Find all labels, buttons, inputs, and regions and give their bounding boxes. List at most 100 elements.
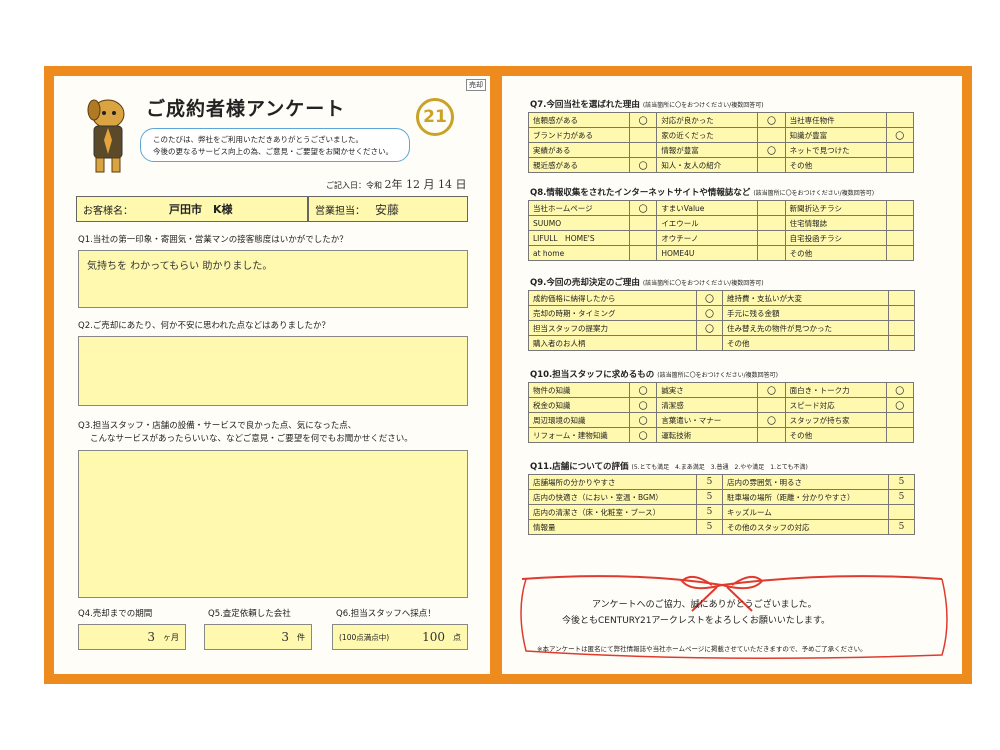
q11-option-label: 駐車場の場所（距離・分かりやすさ） (722, 489, 889, 505)
q6-unit: 点 (453, 632, 461, 642)
q7-title-text: Q7.今回当社を選ばれた理由 (530, 100, 640, 110)
q9-mark-cell[interactable] (888, 305, 915, 321)
q11-mark-cell[interactable]: 5 (696, 504, 723, 520)
q8-mark-cell[interactable] (885, 215, 915, 231)
q8-option-label: HOME4U (656, 245, 759, 261)
thanks-line-1: アンケートへのご協力、誠にありがとうございました。 (592, 600, 817, 610)
customer-name-field[interactable]: お客様名： 戸田市 K様 (76, 196, 308, 222)
sale-tag: 売却 (466, 79, 486, 91)
q8-mark-cell[interactable] (628, 230, 658, 246)
q9-mark-cell[interactable] (888, 290, 915, 306)
q4-text: Q4.売却までの期間 (78, 609, 153, 619)
q7-mark-cell[interactable] (885, 142, 915, 158)
q7-mark-cell[interactable] (885, 112, 915, 128)
q9-mark-cell[interactable]: 〇 (696, 305, 723, 321)
q7-mark-cell[interactable] (757, 157, 786, 173)
q9-title-text: Q9.今回の売却決定のご理由 (530, 278, 640, 288)
q11-title: Q11.店舗についての評価 (5.とても満足 4.まあ満足 3.普通 2.やや満… (530, 460, 808, 472)
q10-mark-cell[interactable] (757, 427, 786, 443)
q8-row: at home HOME4U その他 (528, 245, 915, 261)
customer-name-value: 戸田市 K様 (169, 203, 233, 216)
q3-text-line: Q3.担当スタッフ・店舗の設備・サービスで良かった点、気になった点、 (78, 421, 357, 431)
q10-mark-cell[interactable]: 〇 (885, 382, 915, 398)
q2-answer-box[interactable] (78, 336, 468, 406)
q11-mark-cell[interactable]: 5 (696, 519, 723, 535)
q7-mark-cell[interactable] (885, 157, 915, 173)
q11-option-label: その他のスタッフの対応 (722, 519, 889, 535)
q10-mark-cell[interactable] (885, 412, 915, 428)
q6-answer-box[interactable]: (100点満点中) 100 点 (332, 624, 468, 650)
q7-option-label: ネットで見つけた (784, 142, 887, 158)
q10-table: 物件の知識〇誠実さ〇面白き・トーク力〇税金の知識〇清潔感 スピード対応〇周辺環境の… (528, 382, 915, 443)
staff-name-field[interactable]: 営業担当： 安藤 (308, 196, 468, 222)
q9-mark-cell[interactable] (888, 320, 915, 336)
q1-answer-box[interactable]: 気持ちを わかってもらい 助かりました。 (78, 250, 468, 308)
q7-mark-cell[interactable] (757, 127, 786, 143)
q8-option-label: すまいValue (656, 200, 759, 216)
q7-mark-cell[interactable]: 〇 (885, 127, 915, 143)
q8-row: 当社ホームページ〇すまいValue 新聞折込チラシ (528, 200, 915, 216)
q10-mark-cell[interactable]: 〇 (885, 397, 915, 413)
q8-mark-cell[interactable]: 〇 (628, 200, 658, 216)
q9-option-label: 購入者のお人柄 (528, 335, 697, 351)
q11-mark-cell[interactable]: 5 (696, 489, 723, 505)
q8-table: 当社ホームページ〇すまいValue 新聞折込チラシ SUUMO イエウール 住宅情報誌 L… (528, 200, 915, 261)
q8-mark-cell[interactable] (757, 215, 786, 231)
q9-option-label: 担当スタッフの提案力 (528, 320, 697, 336)
q7-option-label: 実績がある (528, 142, 630, 158)
q3-answer-box[interactable] (78, 450, 468, 598)
staff-name-value: 安藤 (375, 202, 400, 217)
q10-mark-cell[interactable] (757, 397, 786, 413)
q10-mark-cell[interactable] (885, 427, 915, 443)
q7-mark-cell[interactable]: 〇 (628, 112, 658, 128)
q7-mark-cell[interactable]: 〇 (757, 112, 786, 128)
q10-option-label: スピード対応 (784, 397, 887, 413)
q9-mark-cell[interactable]: 〇 (696, 320, 723, 336)
q8-mark-cell[interactable] (757, 245, 786, 261)
q8-mark-cell[interactable] (885, 200, 915, 216)
q8-mark-cell[interactable] (757, 200, 786, 216)
q5-answer-box[interactable]: 3 件 (204, 624, 312, 650)
q7-option-label: 対応が良かった (656, 112, 759, 128)
q4-answer-box[interactable]: 3 ヶ月 (78, 624, 186, 650)
q11-mark-cell[interactable]: 5 (888, 489, 915, 505)
q8-row: SUUMO イエウール 住宅情報誌 (528, 215, 915, 231)
q8-mark-cell[interactable] (628, 215, 658, 231)
q10-mark-cell[interactable]: 〇 (628, 397, 658, 413)
q5-unit: 件 (297, 632, 305, 642)
q5-text: Q5.査定依頼した会社 (208, 609, 291, 619)
q8-mark-cell[interactable] (885, 230, 915, 246)
q11-mark-cell[interactable] (888, 504, 915, 520)
q10-option-label: 言葉遣い・マナー (656, 412, 759, 428)
q8-row: LIFULL HOME'S オウチーノ 自宅投函チラシ (528, 230, 915, 246)
q7-mark-cell[interactable] (628, 142, 658, 158)
q10-mark-cell[interactable]: 〇 (757, 412, 786, 428)
q8-option-label: LIFULL HOME'S (528, 230, 630, 246)
q11-mark-cell[interactable]: 5 (696, 474, 723, 490)
q7-mark-cell[interactable] (628, 127, 658, 143)
q11-mark-cell[interactable]: 5 (888, 519, 915, 535)
q8-mark-cell[interactable] (885, 245, 915, 261)
q9-mark-cell[interactable]: 〇 (696, 290, 723, 306)
q8-mark-cell[interactable] (757, 230, 786, 246)
q1-text: Q1.当社の第一印象・寄囲気・営業マンの接客態度はいかがでしたか？ (78, 235, 348, 245)
q11-mark-cell[interactable]: 5 (888, 474, 915, 490)
q10-note: (該当箇所に〇をおつけください/複数回答可) (657, 372, 778, 379)
q7-option-label: 家の近くだった (656, 127, 759, 143)
q9-mark-cell[interactable] (696, 335, 723, 351)
q8-mark-cell[interactable] (628, 245, 658, 261)
q11-row: 店内の清潔さ（床・化粧室・ブース） 5 キッズルーム (528, 504, 915, 520)
q11-table: 店舗場所の分かりやすさ 5 店内の雰囲気・明るさ 5 店内の快適さ（におい・室温・BGM… (528, 474, 915, 535)
q9-row: 購入者のお人柄 その他 (528, 335, 915, 351)
q7-mark-cell[interactable]: 〇 (757, 142, 786, 158)
q10-mark-cell[interactable]: 〇 (757, 382, 786, 398)
right-panel: Q7.今回当社を選ばれた理由 (該当箇所に〇をおつけください/複数回答可) 信頼… (502, 76, 962, 674)
q10-mark-cell[interactable]: 〇 (628, 427, 658, 443)
q7-mark-cell[interactable]: 〇 (628, 157, 658, 173)
q10-mark-cell[interactable]: 〇 (628, 382, 658, 398)
q10-mark-cell[interactable]: 〇 (628, 412, 658, 428)
q7-row: ブランド力がある 家の近くだった 知識が豊富〇 (528, 127, 915, 143)
q9-mark-cell[interactable] (888, 335, 915, 351)
q3-text: Q3.担当スタッフ・店舗の設備・サービスで良かった点、気になった点、 こんなサー… (78, 420, 413, 446)
q11-scale: (5.とても満足 4.まあ満足 3.普通 2.やや満足 1.とても不満) (631, 464, 808, 471)
